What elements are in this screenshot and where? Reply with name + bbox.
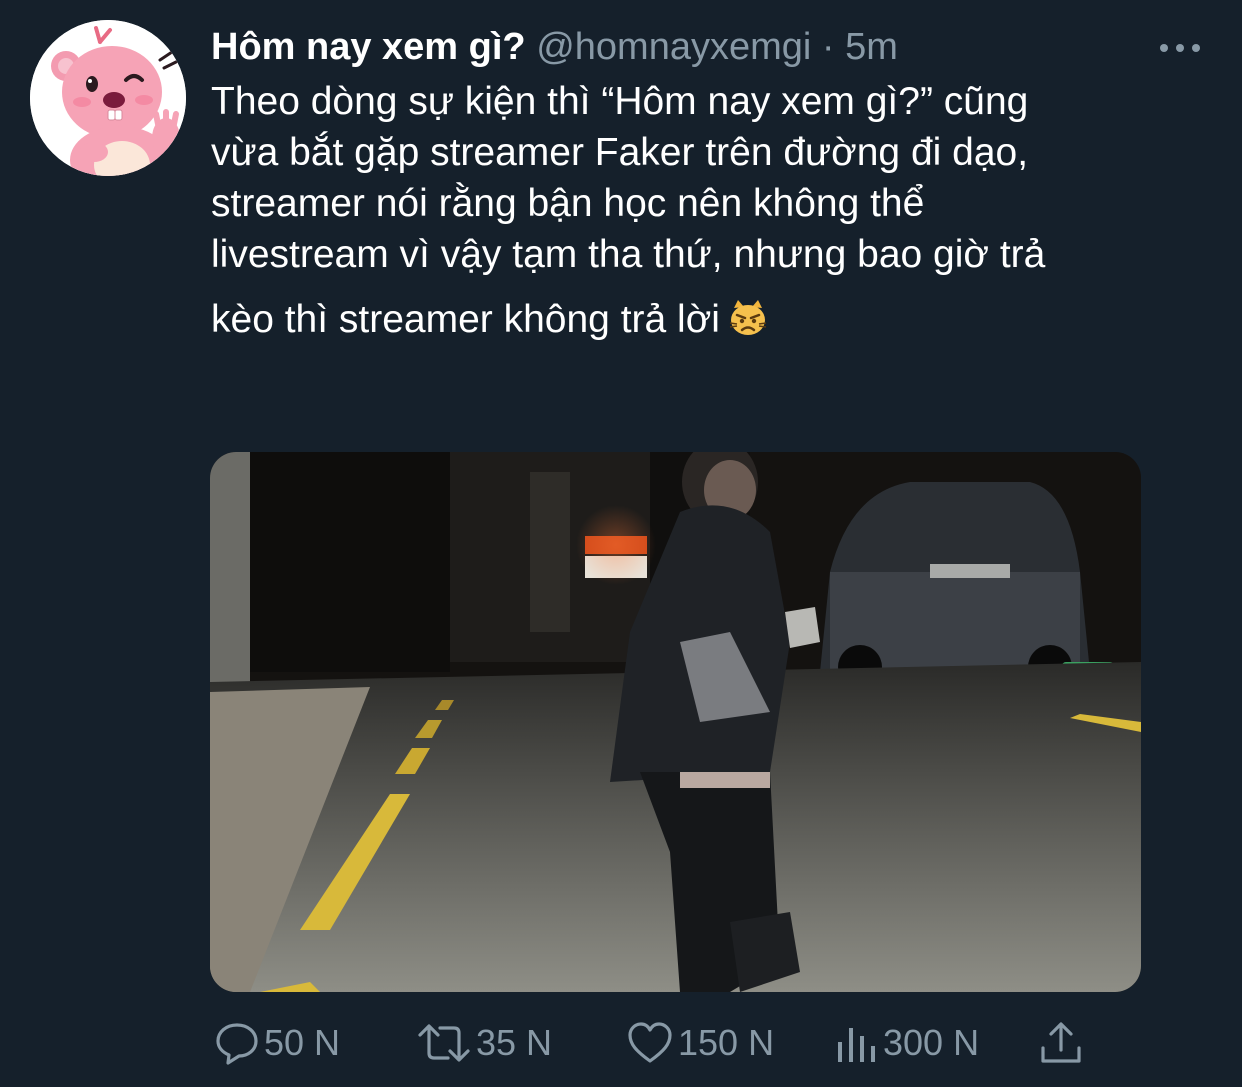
tweet: Hôm nay xem gì? @homnayxemgi · 5m Theo d… [0, 0, 1242, 1087]
tweet-text-line: Theo dòng sự kiện thì “Hôm nay xem gì?” … [211, 80, 1029, 123]
retweet-icon [418, 1024, 470, 1062]
header-separator: · [821, 26, 835, 68]
like-button[interactable]: 150 N [626, 1010, 774, 1076]
author-handle[interactable]: @homnayxemgi [536, 26, 811, 68]
pouting-cat-icon [729, 300, 767, 335]
tweet-timestamp[interactable]: 5m [845, 26, 898, 68]
tweet-media-video[interactable] [210, 452, 1141, 992]
like-count: 150 N [678, 1022, 775, 1063]
tweet-text-line: kèo thì streamer không trả lời [211, 298, 720, 341]
tweet-text-line: vừa bắt gặp streamer Faker trên đường đi… [211, 131, 1029, 174]
analytics-icon [838, 1028, 875, 1062]
views-button[interactable]: 300 N [835, 1010, 979, 1076]
more-dot-icon [1192, 44, 1200, 52]
tweet-text-line: livestream vì vậy tạm tha thứ, nhưng bao… [211, 233, 1046, 276]
more-dot-icon [1176, 44, 1184, 52]
reply-count: 50 N [264, 1022, 341, 1063]
reply-button[interactable]: 50 N [214, 1010, 340, 1076]
pink-beaver-avatar-icon [30, 20, 186, 176]
views-count: 300 N [883, 1022, 980, 1063]
tweet-text-line: streamer nói rằng bận học nên không thể [211, 182, 925, 225]
share-button[interactable] [1038, 1010, 1084, 1076]
more-options-button[interactable] [1160, 36, 1200, 60]
reply-icon [216, 1023, 258, 1065]
share-icon [1041, 1022, 1081, 1063]
tweet-actions: 50 N 35 N 150 N 300 N [0, 1010, 1242, 1076]
heart-icon [628, 1022, 672, 1063]
author-avatar[interactable] [30, 20, 186, 176]
tweet-header: Hôm nay xem gì? @homnayxemgi · 5m [211, 24, 898, 70]
tweet-text: Theo dòng sự kiện thì “Hôm nay xem gì?” … [211, 76, 1201, 345]
retweet-count: 35 N [476, 1022, 553, 1063]
tweet-text-line-last: kèo thì streamer không trả lời [211, 294, 1201, 345]
more-dot-icon [1160, 44, 1168, 52]
retweet-button[interactable]: 35 N [416, 1010, 552, 1076]
author-display-name[interactable]: Hôm nay xem gì? [211, 26, 526, 68]
night-street-photo-icon [210, 452, 1141, 992]
